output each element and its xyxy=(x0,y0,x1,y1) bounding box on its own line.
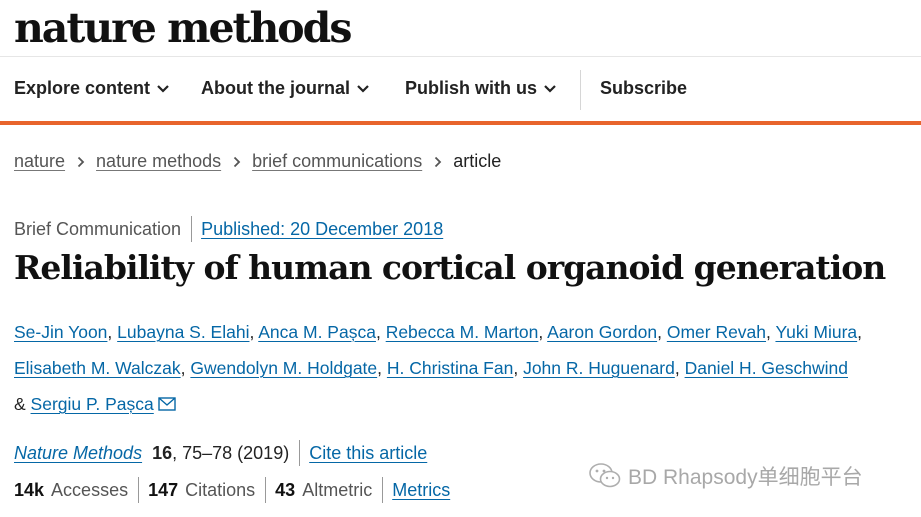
author-link[interactable]: Rebecca M. Marton xyxy=(386,322,539,342)
author-link[interactable]: Aaron Gordon xyxy=(547,322,657,342)
nav-explore-content[interactable]: Explore content xyxy=(14,78,170,99)
author-list: Se-Jin Yoon, Lubayna S. Elahi, Anca M. P… xyxy=(14,322,863,414)
nav-publish-with-us[interactable]: Publish with us xyxy=(405,78,557,99)
header-divider xyxy=(0,56,921,57)
metric-accesses: 14k Accesses xyxy=(14,480,128,501)
author-link[interactable]: Omer Revah xyxy=(667,322,766,342)
author-link[interactable]: Se-Jin Yoon xyxy=(14,322,107,342)
volume-number: 16 xyxy=(152,442,173,463)
article-type: Brief Communication xyxy=(14,218,182,239)
author-link[interactable]: Daniel H. Geschwind xyxy=(685,358,848,378)
author-link[interactable]: Elisabeth M. Walczak xyxy=(14,358,181,378)
altmetric-label: Altmetric xyxy=(302,479,373,500)
chevron-right-icon xyxy=(65,151,96,172)
journal-name-link[interactable]: Nature Methods xyxy=(14,443,142,464)
metric-citations: 147 Citations xyxy=(148,480,255,501)
nav-label: Explore content xyxy=(14,78,151,98)
author-link[interactable]: Yuki Miura xyxy=(775,322,857,342)
breadcrumb-nature-methods[interactable]: nature methods xyxy=(96,151,221,172)
metrics-divider xyxy=(382,477,384,503)
accesses-count: 14k xyxy=(14,479,45,500)
header-accent-bar xyxy=(0,121,921,125)
article-metrics: 14k Accesses 147 Citations 43 Altmetric … xyxy=(14,477,450,503)
nav-label: Subscribe xyxy=(600,78,688,98)
breadcrumb-brief-communications[interactable]: brief communications xyxy=(252,151,422,172)
wechat-icon xyxy=(589,463,621,488)
nav-divider xyxy=(580,70,581,110)
chevron-down-icon xyxy=(157,84,169,93)
chevron-right-icon xyxy=(422,151,453,172)
breadcrumb-current: article xyxy=(453,151,502,171)
author-link[interactable]: John R. Huguenard xyxy=(523,358,675,378)
article-title: Reliability of human cortical organoid g… xyxy=(14,248,886,287)
author-link[interactable]: H. Christina Fan xyxy=(387,358,513,378)
author-link[interactable]: Gwendolyn M. Holdgate xyxy=(190,358,377,378)
cite-article-link[interactable]: Cite this article xyxy=(309,443,427,464)
author-link[interactable]: Anca M. Pașca xyxy=(258,322,376,342)
author-link[interactable]: Lubayna S. Elahi xyxy=(117,322,249,342)
metrics-divider xyxy=(265,477,267,503)
main-nav: Explore content About the journal Publis… xyxy=(0,70,921,110)
breadcrumb: nature nature methods brief communicatio… xyxy=(14,151,501,172)
meta-divider xyxy=(191,216,193,242)
accesses-label: Accesses xyxy=(51,479,129,500)
site-logo[interactable]: nature methods xyxy=(14,4,352,52)
citations-label: Citations xyxy=(185,479,256,500)
breadcrumb-nature[interactable]: nature xyxy=(14,151,65,172)
nav-about-journal[interactable]: About the journal xyxy=(201,78,370,99)
email-icon[interactable] xyxy=(158,397,176,411)
watermark: BD Rhapsody单细胞平台 xyxy=(588,461,863,491)
citation-divider xyxy=(299,440,301,466)
chevron-right-icon xyxy=(221,151,252,172)
watermark-text: BD Rhapsody单细胞平台 xyxy=(628,466,863,489)
author-link[interactable]: Sergiu P. Pașca xyxy=(31,394,154,414)
article-meta: Brief Communication Published: 20 Decemb… xyxy=(14,216,443,242)
published-date-link[interactable]: Published: 20 December 2018 xyxy=(201,219,443,240)
nav-label: Publish with us xyxy=(405,78,538,98)
altmetric-score: 43 xyxy=(275,479,296,500)
metrics-link[interactable]: Metrics xyxy=(392,480,450,501)
citations-count: 147 xyxy=(148,479,179,500)
chevron-down-icon xyxy=(544,84,556,93)
metrics-divider xyxy=(138,477,140,503)
chevron-down-icon xyxy=(357,84,369,93)
metric-altmetric: 43 Altmetric xyxy=(275,480,372,501)
nav-label: About the journal xyxy=(201,78,350,98)
pages-year: , 75–78 (2019) xyxy=(172,442,290,463)
citation-line: Nature Methods 16 , 75–78 (2019) Cite th… xyxy=(14,440,427,466)
nav-subscribe[interactable]: Subscribe xyxy=(600,78,687,99)
